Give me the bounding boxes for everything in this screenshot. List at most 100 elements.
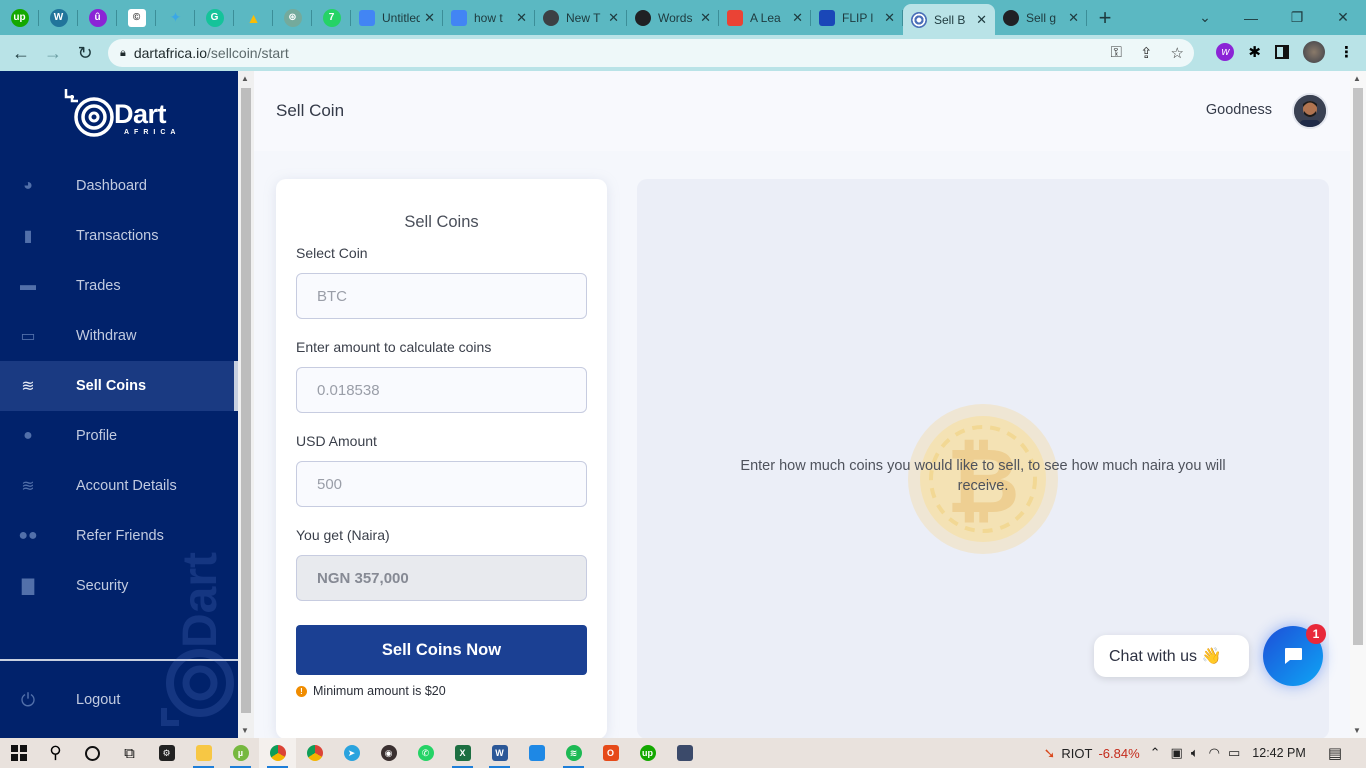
sidebar-item-sell-coins[interactable]: ≋ Sell Coins <box>0 361 238 411</box>
wordtune-extension-icon[interactable]: w <box>1216 43 1235 61</box>
chat-bubble-icon <box>1285 648 1302 664</box>
browser-tab[interactable]: A Lea ✕ <box>719 0 811 35</box>
url-field[interactable]: 🔒︎ dartafrica.io/sellcoin/start ⚿ ⇪ ☆ <box>108 39 1194 67</box>
pinned-tab-ublock[interactable]: û <box>78 0 117 35</box>
tray-expand-icon[interactable]: ⌃ <box>1150 745 1161 761</box>
sidebar-item-account-details[interactable]: ≋ Account Details <box>0 461 238 511</box>
close-tab-icon[interactable]: ✕ <box>516 10 527 26</box>
taskbar-app-whatsapp[interactable]: ✆ <box>407 738 444 768</box>
cortana-button[interactable] <box>74 738 111 768</box>
pinned-tab-wordpress[interactable]: W <box>39 0 78 35</box>
chat-with-us-label[interactable]: Chat with us 👋 <box>1094 635 1249 677</box>
coins-icon: ≋ <box>21 378 35 395</box>
sidebar-item-dashboard[interactable]: ◕ Dashboard <box>0 161 238 211</box>
sidebar-item-transactions[interactable]: ▮ Transactions <box>0 211 238 261</box>
taskbar-app-excel[interactable]: X <box>444 738 481 768</box>
select-coin-field[interactable]: BTC <box>296 273 587 319</box>
usd-amount-input[interactable]: 500 <box>296 461 587 507</box>
pinned-tab-copyright[interactable]: © <box>117 0 156 35</box>
browser-tab[interactable]: how t ✕ <box>443 0 535 35</box>
chrome-icon <box>269 745 286 761</box>
pinned-tab-openai[interactable]: ⊛ <box>273 0 312 35</box>
page-scroll-thumb[interactable] <box>1353 88 1363 645</box>
stock-symbol[interactable]: RIOT <box>1061 746 1092 761</box>
window-controls: ⌄ — ❐ ✕ <box>1182 0 1366 35</box>
sidebar-item-trades[interactable]: ▬ Trades <box>0 261 238 311</box>
pinned-tab-upwork[interactable]: up <box>0 0 39 35</box>
usd-amount-label: USD Amount <box>296 433 377 449</box>
user-avatar[interactable] <box>1292 93 1328 129</box>
search-taskbar-button[interactable]: ⚲ <box>37 738 74 768</box>
dart-africa-logo[interactable]: Dart AFRICA <box>62 89 182 149</box>
meet-now-icon[interactable]: ▣ <box>1171 745 1183 761</box>
taskbar-app-chrome-active[interactable] <box>259 738 296 768</box>
taskbar-app-music[interactable]: ◉ <box>370 738 407 768</box>
taskbar-app-upwork[interactable]: up <box>629 738 666 768</box>
pinned-tab-whatsapp-7[interactable]: 7 <box>312 0 351 35</box>
sidebar-item-label: Trades <box>76 278 121 294</box>
close-tab-icon[interactable]: ✕ <box>792 10 803 26</box>
brand-name: Dart <box>114 99 167 129</box>
sidebar-scroll-thumb[interactable] <box>241 88 251 713</box>
browser-tab[interactable]: Words ✕ <box>627 0 719 35</box>
taskbar-app-utorrent[interactable]: µ <box>222 738 259 768</box>
sidebar-item-label: Security <box>76 578 129 594</box>
taskbar-app-chrome[interactable] <box>296 738 333 768</box>
forward-button[interactable]: → <box>37 43 69 64</box>
clock[interactable]: 12:42 PM <box>1252 746 1306 760</box>
share-icon[interactable]: ⇪ <box>1140 44 1153 62</box>
pinned-tab-grammarly[interactable]: G <box>195 0 234 35</box>
close-tab-icon[interactable]: ✕ <box>608 10 619 26</box>
menu-kebab-icon[interactable]: ⋮ <box>1339 43 1354 61</box>
minimize-button[interactable]: — <box>1228 10 1274 26</box>
browser-tab[interactable]: Untitled ✕ <box>351 0 443 35</box>
taskbar-app-pes[interactable]: ⚙ <box>148 738 185 768</box>
close-tab-icon[interactable]: ✕ <box>884 10 895 26</box>
coin-amount-input[interactable]: 0.018538 <box>296 367 587 413</box>
close-tab-icon[interactable]: ✕ <box>700 10 711 26</box>
taskbar-app-file-explorer[interactable] <box>185 738 222 768</box>
restore-button[interactable]: ❐ <box>1274 9 1320 26</box>
taskbar-app-office[interactable]: O <box>592 738 629 768</box>
taskbar-app-word[interactable]: W <box>481 738 518 768</box>
pinned-tab-hummingbird[interactable]: ✦ <box>156 0 195 35</box>
browser-tab[interactable]: FLIP l ✕ <box>811 0 903 35</box>
back-button[interactable]: ← <box>5 43 37 64</box>
wifi-icon[interactable]: ◠ <box>1209 745 1220 761</box>
copyright-icon: © <box>127 8 146 27</box>
battery-icon[interactable]: ▭ <box>1228 745 1240 761</box>
sidebar-scrollbar[interactable]: ▲ ▼ <box>238 71 254 738</box>
close-tab-icon[interactable]: ✕ <box>976 12 987 28</box>
browser-tab[interactable]: Sell g ✕ <box>995 0 1087 35</box>
tab-search-button[interactable]: ⌄ <box>1182 9 1228 26</box>
page-scrollbar[interactable]: ▲ ▼ <box>1350 71 1366 738</box>
puzzle-extensions-icon[interactable]: ✱ <box>1248 43 1261 61</box>
browser-tab[interactable]: New T ✕ <box>535 0 627 35</box>
taskbar-app-game[interactable] <box>666 738 703 768</box>
user-name[interactable]: Goodness <box>1206 102 1272 118</box>
taskbar-app-telegram[interactable]: ➤ <box>333 738 370 768</box>
taskbar-app-spotify[interactable]: ≋ <box>555 738 592 768</box>
close-window-button[interactable]: ✕ <box>1320 9 1366 26</box>
profile-avatar[interactable] <box>1303 41 1325 63</box>
volume-icon[interactable]: 🔈︎ <box>1191 745 1199 761</box>
bookmark-star-icon[interactable]: ☆ <box>1171 44 1184 62</box>
key-icon[interactable]: ⚿ <box>1111 44 1122 62</box>
sidebar-item-label: Profile <box>76 428 118 444</box>
globe-icon <box>1003 9 1019 26</box>
sidebar-item-withdraw[interactable]: ▭ Withdraw <box>0 311 238 361</box>
reload-button[interactable]: ↻ <box>69 43 101 64</box>
start-button[interactable] <box>0 738 37 768</box>
browser-tab[interactable]: Sell B ✕ <box>903 4 995 35</box>
close-tab-icon[interactable]: ✕ <box>1068 10 1079 26</box>
task-view-button[interactable]: ⧉ <box>111 738 148 768</box>
sidebar-item-profile[interactable]: ● Profile <box>0 411 238 461</box>
taskbar-app-store[interactable] <box>518 738 555 768</box>
sell-coins-now-button[interactable]: Sell Coins Now <box>296 625 587 675</box>
close-tab-icon[interactable]: ✕ <box>424 10 435 26</box>
side-panel-icon[interactable] <box>1275 45 1289 59</box>
new-tab-button[interactable]: + <box>1087 5 1123 31</box>
pinned-tab-google-drive[interactable]: ▲ <box>234 0 273 35</box>
info-icon: ! <box>296 685 307 697</box>
notifications-icon[interactable]: ▤ <box>1328 744 1342 762</box>
